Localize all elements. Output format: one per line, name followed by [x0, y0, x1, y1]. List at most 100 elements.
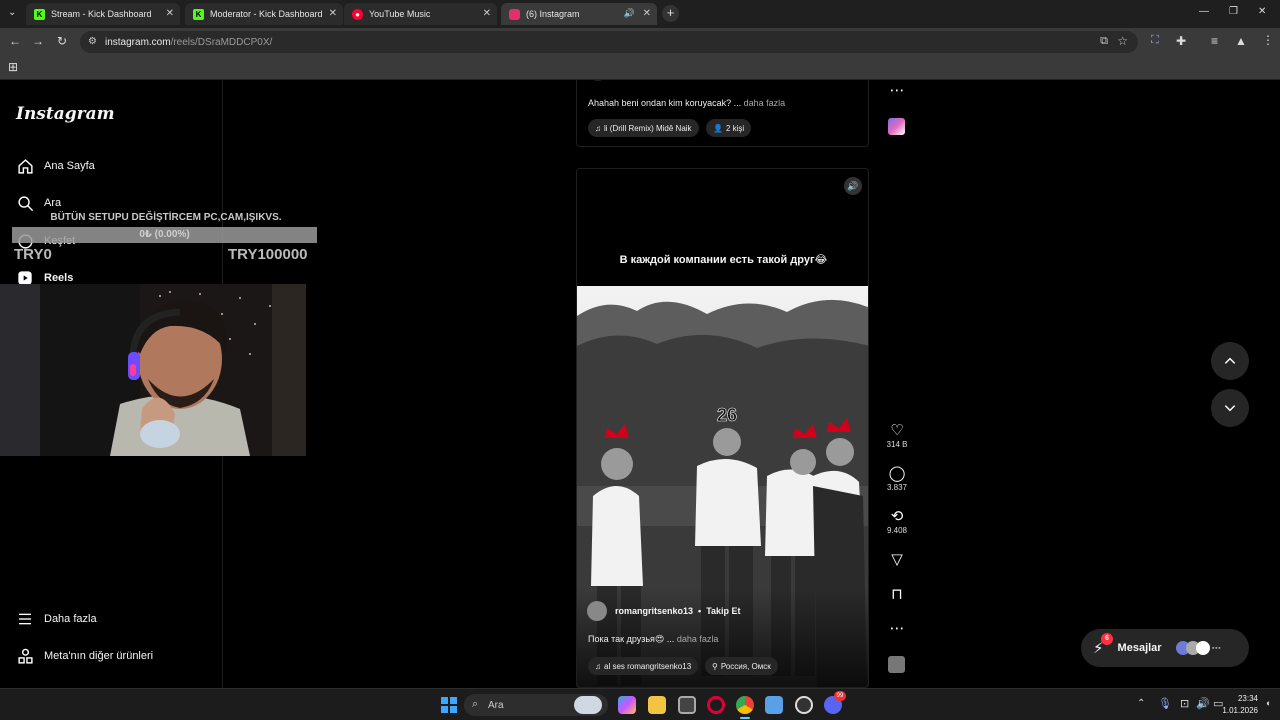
repost-button[interactable]: ⟲ 9.408: [884, 508, 910, 535]
tray-chevron-icon[interactable]: ⌃: [1137, 698, 1145, 709]
close-tab-icon[interactable]: ✕: [483, 8, 491, 19]
taskbar-search[interactable]: ⌕ Ara: [464, 694, 608, 716]
webcam-overlay: [0, 284, 306, 456]
sidebar-item-label: Ana Sayfa: [44, 160, 95, 172]
close-tab-icon[interactable]: ✕: [166, 8, 174, 19]
audio-thumbnail[interactable]: [888, 656, 905, 673]
kebab-menu-icon[interactable]: ⋮: [1262, 33, 1274, 47]
chrome-icon[interactable]: [736, 696, 754, 714]
more-dots-icon: ⋯: [889, 620, 905, 637]
next-reel-button[interactable]: [1211, 389, 1249, 427]
microphone-icon[interactable]: 🎙: [1158, 697, 1172, 710]
opera-icon[interactable]: [707, 696, 725, 714]
reel-number-overlay: 26: [717, 405, 737, 425]
separator-dot: •: [698, 606, 702, 616]
back-icon[interactable]: ←: [9, 34, 21, 48]
music-note-icon: ♫: [595, 123, 601, 133]
reel-username[interactable]: romangritsenko13: [615, 606, 693, 616]
music-note-icon: ♫: [595, 661, 601, 671]
follow-button[interactable]: Takip Et: [706, 606, 740, 616]
avatar[interactable]: [589, 80, 607, 81]
apps-grid-icon[interactable]: ⊞: [8, 60, 18, 74]
comment-count: 3.837: [886, 483, 908, 492]
like-button[interactable]: ♡ 314 B: [884, 422, 910, 449]
bookmark-star-icon[interactable]: ☆: [1117, 34, 1128, 48]
clock-time: 23:34: [1237, 694, 1258, 703]
restore-window-icon[interactable]: ❐: [1229, 6, 1238, 17]
more-options-button[interactable]: ⋯: [884, 82, 910, 100]
site-info-icon[interactable]: ⚙: [88, 36, 97, 47]
close-tab-icon[interactable]: ✕: [643, 8, 651, 19]
mute-button[interactable]: 🔊: [844, 177, 862, 195]
new-tab-button[interactable]: +: [662, 5, 679, 22]
tab-kick-stream[interactable]: K Stream - Kick Dashboard ✕: [26, 3, 180, 25]
obs-icon[interactable]: [795, 696, 813, 714]
speaker-icon: 🔊: [847, 181, 859, 191]
tab-search-chevron-icon[interactable]: ⌄: [8, 7, 16, 18]
url-host: instagram.com: [105, 36, 171, 48]
forward-icon[interactable]: →: [32, 34, 44, 48]
discord-icon[interactable]: 99: [824, 691, 846, 714]
windows-start-icon[interactable]: [440, 696, 458, 714]
save-button[interactable]: ⊓: [884, 586, 910, 604]
address-bar[interactable]: ⚙ instagram.com/reels/DSraMDDCP0X/ ⧉ ☆: [80, 31, 1138, 53]
clock-date: 1.01.2026: [1222, 706, 1258, 715]
comment-button[interactable]: ◯ 3.837: [884, 465, 910, 492]
extensions-icon[interactable]: ✚: [1176, 34, 1186, 48]
current-reel-card[interactable]: В каждой компании есть такой друг😂 🔊 26 …: [576, 168, 869, 688]
volume-icon[interactable]: 🔊: [1196, 697, 1210, 710]
sidebar-item-label: Reels: [44, 272, 74, 284]
tab-title: Stream - Kick Dashboard: [51, 9, 152, 19]
location-chip[interactable]: ⚲ Россия, Омск: [705, 657, 778, 675]
media-controls-icon[interactable]: ≡: [1211, 34, 1218, 48]
reel-author-row: romangritsenko13 • Takip Et: [587, 601, 741, 621]
more-link[interactable]: daha fazla: [677, 634, 719, 644]
sidebar-item-meta-apps[interactable]: Meta'nın diğer ürünleri: [16, 644, 153, 668]
reel-overlay-text: В каждой компании есть такой друг😂: [619, 254, 828, 266]
sidebar-item-more[interactable]: Daha fazla: [16, 607, 97, 631]
more-options-button[interactable]: ⋯: [884, 620, 910, 638]
tab-kick-moderator[interactable]: K Moderator - Kick Dashboard ✕: [185, 3, 343, 25]
audio-thumbnail[interactable]: [888, 118, 905, 135]
close-tab-icon[interactable]: ✕: [329, 8, 337, 19]
install-app-icon[interactable]: ⧉: [1100, 35, 1108, 48]
caption-text: Пока так друзья😍 ...: [588, 634, 675, 644]
tab-youtube-music[interactable]: ● YouTube Music ✕: [344, 3, 497, 25]
photos-icon[interactable]: [765, 696, 783, 714]
messenger-icon: ⚡ 6: [1093, 633, 1113, 657]
translate-icon[interactable]: ⛶: [1151, 34, 1159, 47]
tagged-people-chip[interactable]: 👤 2 kişi: [706, 119, 752, 137]
sidebar-item-home[interactable]: Ana Sayfa: [16, 154, 95, 178]
store-icon[interactable]: [678, 696, 696, 714]
repost-icon: ⟲: [890, 508, 904, 525]
copilot-icon[interactable]: [618, 696, 636, 714]
profile-icon[interactable]: ▲: [1235, 34, 1247, 48]
system-clock[interactable]: 23:34 1.01.2026: [1222, 693, 1258, 717]
avatar[interactable]: [587, 601, 607, 621]
close-window-icon[interactable]: ✕: [1258, 6, 1266, 17]
messages-button[interactable]: ⚡ 6 Mesajlar ⋯: [1081, 629, 1249, 667]
tab-title: Moderator - Kick Dashboard: [210, 9, 323, 19]
notification-bell-icon[interactable]: ◐: [1266, 698, 1271, 708]
file-explorer-icon[interactable]: [648, 696, 666, 714]
kick-icon: K: [34, 8, 45, 20]
speaker-icon[interactable]: 🔊: [624, 8, 635, 19]
donation-progress-text: 0₺ (0.00%): [139, 229, 190, 240]
network-icon[interactable]: ⊡: [1180, 697, 1189, 710]
audio-chip[interactable]: ♫ al ses romangritsenko13: [588, 657, 699, 675]
tab-instagram[interactable]: (6) Instagram 🔊 ✕: [501, 3, 657, 25]
minimize-window-icon[interactable]: —: [1199, 6, 1209, 17]
share-button[interactable]: ▽: [884, 551, 910, 569]
person-icon: 👤: [713, 123, 723, 133]
donation-goal-text: BÜTÜN SETUPU DEĞİŞTİRCEM PC,CAM,IŞIKVS.: [50, 212, 282, 223]
instagram-logo[interactable]: Instagram: [16, 104, 115, 124]
audio-label: li (Drill Remix) Midê Naik: [604, 123, 692, 133]
more-link[interactable]: daha fazla: [744, 98, 786, 108]
donation-max-label: TRY100000: [228, 246, 308, 263]
audio-chip[interactable]: ♫ li (Drill Remix) Midê Naik: [588, 119, 699, 137]
reel-text-header: [577, 169, 868, 287]
more-dots-icon: ⋯: [889, 82, 905, 99]
previous-reel-button[interactable]: [1211, 342, 1249, 380]
reload-icon[interactable]: ↻: [57, 34, 67, 48]
unread-badge: 6: [1101, 633, 1113, 645]
